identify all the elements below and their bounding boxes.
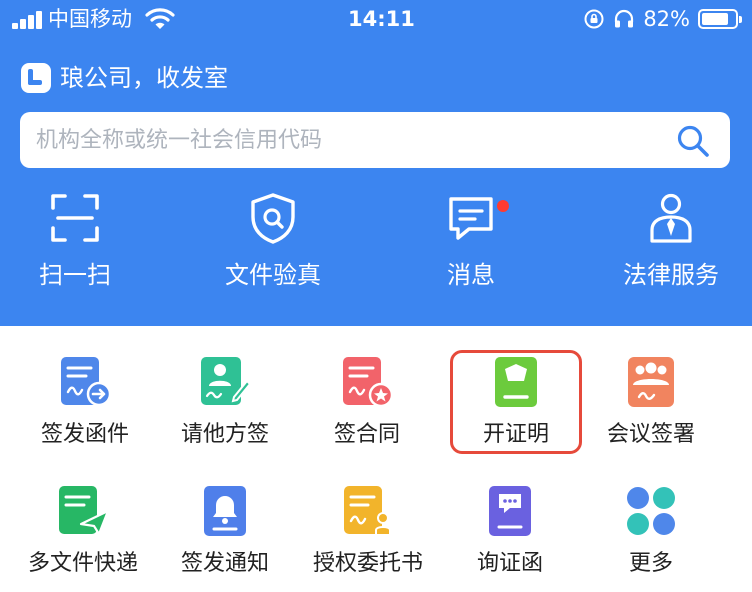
verify-file-button[interactable]: 文件验真 xyxy=(198,190,348,300)
authorization-label: 授权委托书 xyxy=(312,551,423,576)
issue-notice-button[interactable]: 签发通知 xyxy=(150,484,300,592)
battery-percent: 82% xyxy=(643,7,690,31)
more-label: 更多 xyxy=(628,551,673,576)
battery-icon xyxy=(698,9,742,29)
multi-file-send-label: 多文件快递 xyxy=(27,551,138,576)
request-sign-label: 请他方签 xyxy=(180,422,269,447)
more-icon xyxy=(627,487,675,535)
org-switcher[interactable]: 琅公司，收发室 xyxy=(20,62,228,94)
meeting-sign-label: 会议签署 xyxy=(606,422,695,447)
status-bar: 中国移动 14:11 82% xyxy=(0,0,752,40)
carrier-name: 中国移动 xyxy=(48,7,132,31)
more-button[interactable]: 更多 xyxy=(576,484,726,592)
request-sign-button[interactable]: 请他方签 xyxy=(150,355,300,465)
issue-letter-label: 签发函件 xyxy=(40,422,129,447)
status-right: 82% xyxy=(583,6,742,32)
inquiry-letter-button[interactable]: 询证函 xyxy=(435,484,585,592)
scan-button[interactable]: 扫一扫 xyxy=(0,190,150,300)
unread-badge xyxy=(497,200,509,212)
notice-bell-icon xyxy=(204,486,246,536)
message-icon xyxy=(449,197,493,240)
search-input[interactable] xyxy=(36,112,656,168)
meeting-sign-button[interactable]: 会议签署 xyxy=(576,355,726,465)
wifi-icon xyxy=(145,8,175,29)
clock-time: 14:11 xyxy=(348,7,415,31)
search-bar xyxy=(20,112,730,168)
verify-file-label: 文件验真 xyxy=(225,261,321,289)
authorization-icon xyxy=(344,486,391,536)
signal-icon xyxy=(12,11,44,29)
verify-shield-icon xyxy=(251,193,295,244)
issue-letter-button[interactable]: 签发函件 xyxy=(10,355,160,465)
highlight-frame xyxy=(450,350,582,454)
scan-icon xyxy=(51,194,99,242)
multi-file-send-button[interactable]: 多文件快递 xyxy=(8,484,158,592)
sign-contract-label: 签合同 xyxy=(333,422,400,447)
messages-label: 消息 xyxy=(447,261,495,289)
app-header: 中国移动 14:11 82% 琅公司，收发室 机构全称或统一社会信用代码 扫一扫… xyxy=(0,0,752,326)
meeting-sign-icon xyxy=(628,357,674,407)
issue-notice-label: 签发通知 xyxy=(180,551,269,576)
scan-label: 扫一扫 xyxy=(39,261,111,289)
issue-letter-icon xyxy=(61,357,112,407)
authorization-button[interactable]: 授权委托书 xyxy=(293,484,443,592)
inquiry-letter-icon xyxy=(489,486,531,536)
legal-services-button[interactable]: 法律服务 xyxy=(596,190,746,300)
orientation-lock-icon xyxy=(584,9,604,29)
messages-button[interactable]: 消息 xyxy=(396,190,546,300)
search-icon[interactable] xyxy=(676,124,710,158)
org-name: 琅公司，收发室 xyxy=(60,64,228,92)
headphones-icon xyxy=(615,9,634,28)
lawyer-icon xyxy=(650,193,692,243)
sign-contract-button[interactable]: 签合同 xyxy=(292,355,442,465)
sign-contract-icon xyxy=(343,357,394,408)
legal-services-label: 法律服务 xyxy=(623,261,719,289)
org-logo-icon xyxy=(21,63,51,93)
inquiry-letter-label: 询证函 xyxy=(476,551,543,576)
request-sign-icon xyxy=(201,357,252,405)
multi-file-send-icon xyxy=(59,486,110,536)
